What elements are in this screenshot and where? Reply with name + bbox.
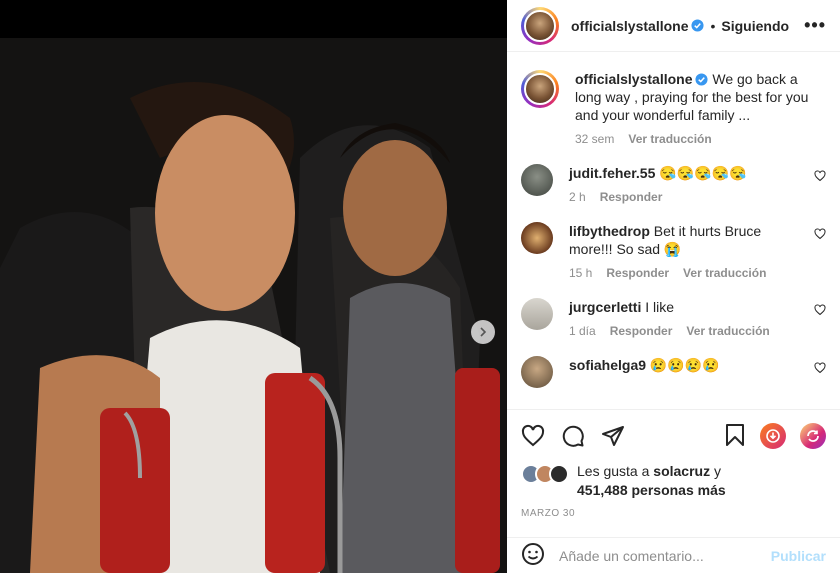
more-options-button[interactable]: ••• [804,15,826,36]
caption-translate-link[interactable]: Ver traducción [628,132,711,146]
add-comment-input[interactable]: Añade un comentario... [559,548,771,564]
verified-badge-icon [691,19,705,32]
likes-user-link[interactable]: solacruz [653,463,710,479]
likes-summary: Les gusta a solacruz y 451,488 personas … [507,462,840,508]
download-extension-button[interactable] [760,423,786,449]
likes-prefix: Les gusta a [577,463,650,479]
like-comment-heart-icon[interactable] [814,362,826,374]
likes-count-link[interactable]: 451,488 personas más [577,482,726,498]
reply-button[interactable]: Responder [606,266,669,280]
paper-plane-icon [602,426,624,446]
post-photo-illustration [0,38,507,573]
comment-time: 15 h [569,266,593,280]
comment-button[interactable] [561,424,585,448]
verified-badge-icon [695,73,709,86]
chevron-right-icon [480,327,487,337]
reply-button[interactable]: Responder [610,324,673,338]
comment-time: 1 día [569,324,596,338]
author-avatar[interactable] [521,6,559,45]
comment-text: 😪😪😪😪😪 [659,165,747,181]
smiley-icon [522,543,544,565]
likes-text: Les gusta a solacruz y 451,488 personas … [577,462,726,500]
comment-row: judit.feher.55 😪😪😪😪😪 2 h Responder [521,164,826,206]
bookmark-icon [726,423,744,446]
liker-avatars[interactable] [521,464,569,484]
share-button[interactable] [601,424,625,448]
commenter-avatar[interactable] [521,222,553,254]
like-comment-heart-icon[interactable] [814,304,826,316]
reply-button[interactable]: Responder [600,190,663,204]
repost-icon [807,430,819,442]
following-button[interactable]: Siguiendo [721,18,789,34]
post-media-pane [0,0,507,573]
like-button[interactable] [521,424,545,448]
like-comment-heart-icon[interactable] [814,228,826,240]
comment-username[interactable]: jurgcerletti [569,299,641,315]
caption-author-avatar[interactable] [521,70,559,108]
commenter-avatar[interactable] [521,356,553,388]
translate-link[interactable]: Ver traducción [686,324,769,338]
comment-bubble-icon [562,425,584,447]
add-comment-bar: Añade un comentario... Publicar [507,537,840,573]
translate-link[interactable]: Ver traducción [683,266,766,280]
post-side-panel: officialslystallone • Siguiendo ••• offi… [507,0,840,573]
author-username[interactable]: officialslystallone [571,18,688,34]
post-photo[interactable] [0,38,507,573]
like-comment-heart-icon[interactable] [814,170,826,182]
comment-text: 😢😢😢😢 [649,357,720,373]
comment-time: 2 h [569,190,586,204]
caption-row: officialslystallone We go back a long wa… [521,70,826,148]
comment-row: lifbythedrop Bet it hurts Bruce more!!! … [521,222,826,282]
comment-username[interactable]: sofiahelga9 [569,357,646,373]
liker-avatar [549,464,569,484]
separator-dot: • [710,17,716,34]
heart-icon [521,424,545,447]
publish-button[interactable]: Publicar [771,548,826,564]
comments-list[interactable]: officialslystallone We go back a long wa… [507,52,840,410]
download-icon [766,429,780,443]
comment-text: I like [645,299,675,315]
comment-username[interactable]: lifbythedrop [569,223,650,239]
commenter-avatar[interactable] [521,164,553,196]
post-header: officialslystallone • Siguiendo ••• [507,0,840,52]
commenter-avatar[interactable] [521,298,553,330]
emoji-button[interactable] [521,542,545,569]
caption-time: 32 sem [575,132,615,146]
comment-row: jurgcerletti I like 1 día Responder Ver tr… [521,298,826,340]
repost-extension-button[interactable] [800,423,826,449]
comment-row: sofiahelga9 😢😢😢😢 [521,356,826,388]
likes-and: y [713,463,721,479]
post-date[interactable]: MARZO 30 [507,508,840,538]
post-actions-bar [507,410,840,462]
save-button[interactable] [724,423,746,450]
comment-username[interactable]: judit.feher.55 [569,165,655,181]
next-image-button[interactable] [471,320,495,344]
caption-username[interactable]: officialslystallone [575,71,692,87]
